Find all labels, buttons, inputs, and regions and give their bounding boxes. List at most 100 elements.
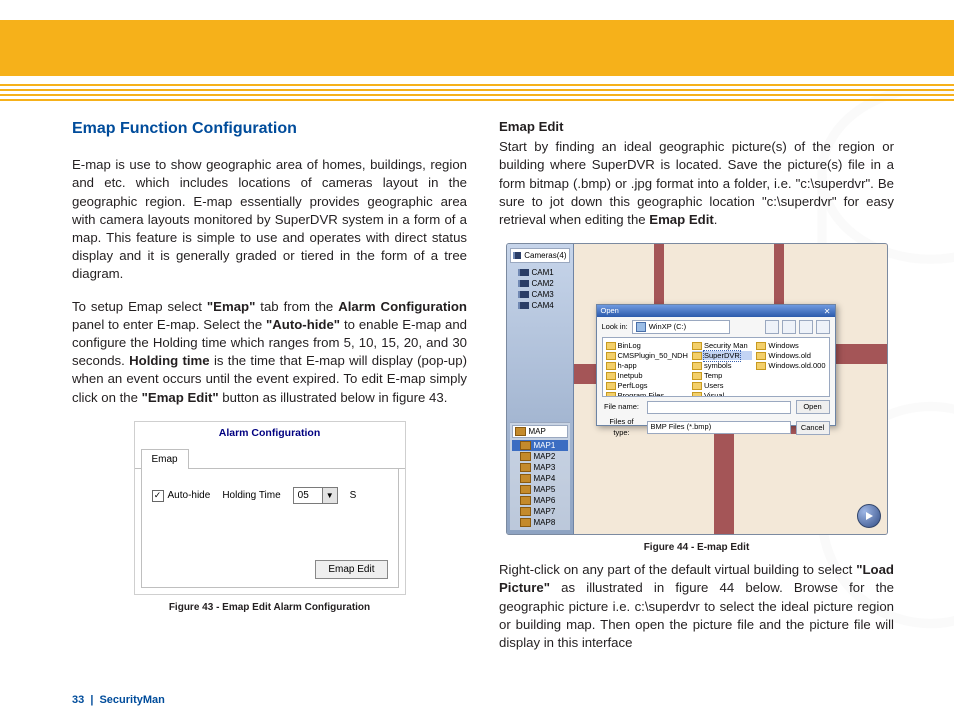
file-list-item[interactable]: Security Man (692, 341, 752, 350)
holding-time-select[interactable]: 05 ▼ (293, 487, 338, 504)
file-list[interactable]: BinLog Security Man Windows CMSPlugin_50_ND… (602, 337, 830, 397)
sidebar-item-map[interactable]: MAP6 (512, 495, 568, 506)
file-list-item[interactable]: CMSPlugin_50_NDH (606, 351, 688, 360)
emap-edit-button[interactable]: Emap Edit (315, 560, 387, 580)
folder-icon (606, 372, 616, 380)
section-title: Emap Function Configuration (72, 118, 467, 140)
text: To setup Emap select (72, 299, 207, 314)
header-rule (0, 99, 954, 101)
map-tree-label: MAP (529, 426, 546, 437)
sidebar-item-map[interactable]: MAP3 (512, 462, 568, 473)
sidebar-item-map[interactable]: MAP1 (512, 440, 568, 451)
map-group-icon (515, 427, 526, 436)
header-rule (0, 89, 954, 91)
look-in-combo[interactable]: WinXP (C:) (632, 320, 730, 334)
file-list-item[interactable]: Temp (692, 371, 752, 380)
sidebar-item-map[interactable]: MAP5 (512, 484, 568, 495)
file-label: Program Files (618, 391, 665, 398)
sidebar-item-camera[interactable]: CAM1 (510, 267, 570, 278)
file-list-item[interactable]: Users (692, 381, 752, 390)
holding-time-unit: S (350, 489, 357, 503)
page-footer: 33 | SecurityMan (72, 694, 165, 706)
file-label: CMSPlugin_50_NDH (618, 351, 688, 361)
file-label: SuperDVR (704, 351, 740, 361)
folder-icon (692, 372, 702, 380)
file-list-item[interactable]: h-app (606, 361, 688, 370)
open-button[interactable]: Open (796, 400, 830, 414)
views-icon[interactable] (816, 320, 830, 334)
open-file-dialog: Open ✕ Look in: WinXP (C:) (596, 304, 836, 426)
camera-tree-root[interactable]: Cameras(4) (510, 248, 570, 263)
file-name-input[interactable] (647, 401, 791, 414)
emap-canvas[interactable]: Open ✕ Look in: WinXP (C:) (574, 244, 887, 534)
file-list-item[interactable]: Inetpub (606, 371, 688, 380)
close-icon[interactable]: ✕ (824, 306, 831, 317)
map-label: MAP8 (534, 517, 556, 528)
map-tree-root[interactable]: MAP (512, 425, 568, 438)
left-column: Emap Function Configuration E-map is use… (72, 118, 467, 696)
auto-hide-checkbox[interactable]: ✓ Auto-hide (152, 489, 211, 503)
file-type-combo[interactable]: BMP Files (*.bmp) (647, 421, 791, 434)
text-bold: "Auto-hide" (266, 317, 340, 332)
sidebar-item-camera[interactable]: CAM4 (510, 300, 570, 311)
text: button as illustrated below in figure 43… (219, 390, 448, 405)
tab-emap[interactable]: Emap (141, 449, 189, 469)
camera-icon (518, 302, 529, 309)
text-bold: "Emap Edit" (142, 390, 219, 405)
folder-icon (606, 382, 616, 390)
sidebar-item-map[interactable]: MAP7 (512, 506, 568, 517)
file-list-item[interactable]: SuperDVR (692, 351, 752, 360)
file-list-item[interactable]: Windows.old.000 (756, 361, 825, 370)
play-button[interactable] (857, 504, 881, 528)
map-label: MAP5 (534, 484, 556, 495)
new-folder-icon[interactable] (799, 320, 813, 334)
folder-icon (606, 352, 616, 360)
folder-icon (692, 342, 702, 350)
sidebar-item-map[interactable]: MAP2 (512, 451, 568, 462)
up-folder-icon[interactable] (782, 320, 796, 334)
back-icon[interactable] (765, 320, 779, 334)
file-list-item[interactable]: Windows (756, 341, 825, 350)
play-icon (864, 511, 874, 521)
header-rule (0, 94, 954, 96)
file-label: PerfLogs (618, 381, 648, 391)
file-label: BinLog (618, 341, 641, 351)
text: Right-click on any part of the default v… (499, 562, 856, 577)
text-bold: Emap Edit (649, 212, 713, 227)
emap-edit-window: Cameras(4) CAM1CAM2CAM3CAM4 MAP MAP1MAP2… (506, 243, 888, 535)
file-label: Windows (768, 341, 798, 351)
file-list-item[interactable]: symbols (692, 361, 752, 370)
map-label: MAP3 (534, 462, 556, 473)
tab-row: Emap (135, 448, 405, 469)
map-icon (520, 452, 531, 461)
sidebar-item-map[interactable]: MAP4 (512, 473, 568, 484)
file-list-item[interactable]: PerfLogs (606, 381, 688, 390)
look-in-label: Look in: (602, 322, 628, 332)
text: panel to enter E-map. Select the (72, 317, 266, 332)
camera-icon (518, 291, 529, 298)
file-label: h-app (618, 361, 637, 371)
sidebar-item-camera[interactable]: CAM2 (510, 278, 570, 289)
alarm-config-window: Alarm Configuration Emap ✓ Auto-hide Hol… (134, 421, 406, 595)
checkbox-icon: ✓ (152, 490, 164, 502)
file-label: Users (704, 381, 724, 391)
folder-icon (756, 352, 766, 360)
body-paragraph: Right-click on any part of the default v… (499, 561, 894, 652)
map-label: MAP7 (534, 506, 556, 517)
folder-icon (756, 362, 766, 370)
camera-label: CAM2 (532, 278, 554, 289)
footer-separator: | (87, 694, 96, 706)
sidebar-item-camera[interactable]: CAM3 (510, 289, 570, 300)
footer-brand: SecurityMan (99, 694, 164, 706)
figure-43: Alarm Configuration Emap ✓ Auto-hide Hol… (72, 421, 467, 615)
map-icon (520, 474, 531, 483)
emap-sidebar: Cameras(4) CAM1CAM2CAM3CAM4 MAP MAP1MAP2… (507, 244, 574, 534)
header-yellow-bar (0, 20, 954, 76)
sidebar-item-map[interactable]: MAP8 (512, 517, 568, 528)
text-bold: "Emap" (207, 299, 255, 314)
cancel-button[interactable]: Cancel (796, 421, 830, 435)
map-tree: MAP MAP1MAP2MAP3MAP4MAP5MAP6MAP7MAP8 (510, 422, 570, 530)
file-list-item[interactable]: BinLog (606, 341, 688, 350)
file-list-item[interactable]: Windows.old (756, 351, 825, 360)
file-label: symbols (704, 361, 732, 371)
